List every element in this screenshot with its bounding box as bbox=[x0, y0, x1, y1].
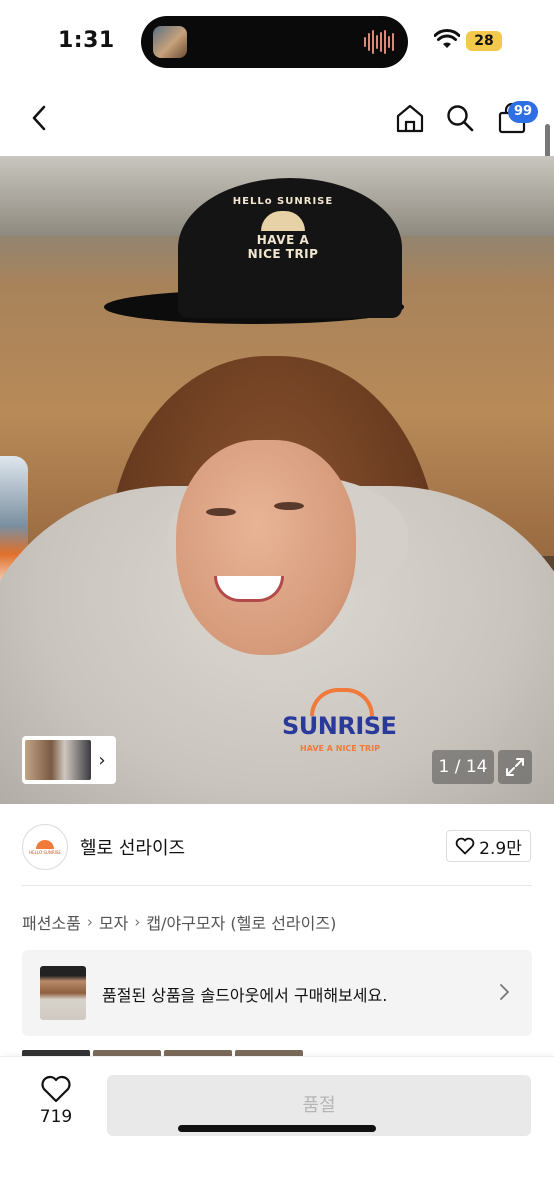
brand-logo-sun bbox=[36, 839, 54, 849]
chevron-right-icon: › bbox=[134, 913, 141, 931]
home-icon bbox=[396, 104, 424, 133]
cap-sun-graphic bbox=[261, 211, 305, 231]
brand-name-link[interactable]: 헬로 선라이즈 bbox=[80, 834, 185, 860]
breadcrumb-item[interactable]: 모자 bbox=[99, 910, 128, 934]
brand-like-button[interactable]: 2.9만 bbox=[446, 830, 531, 862]
home-indicator bbox=[178, 1125, 376, 1132]
thumbnail-preview-button[interactable]: › bbox=[22, 736, 116, 784]
model-face bbox=[176, 440, 356, 655]
brand-logo[interactable]: HELLO SUNRISE bbox=[22, 824, 68, 870]
wishlist-button[interactable]: 719 bbox=[22, 1075, 90, 1145]
heart-icon bbox=[41, 1075, 71, 1103]
expand-icon bbox=[506, 758, 524, 776]
product-image-carousel[interactable]: HELLo SUNRISE HAVE A NICE TRIP SUNRISE H… bbox=[0, 156, 554, 804]
brand-logo-text: HELLO SUNRISE bbox=[29, 849, 61, 855]
now-playing-artwork bbox=[153, 26, 187, 58]
chevron-right-icon: › bbox=[86, 913, 93, 931]
expand-image-button[interactable] bbox=[498, 750, 532, 784]
banner-product-image bbox=[40, 966, 86, 1020]
brand-row: HELLO SUNRISE 헬로 선라이즈 2.9만 bbox=[0, 804, 554, 888]
divider bbox=[22, 885, 532, 886]
home-button[interactable] bbox=[390, 98, 430, 138]
thumbnail-image bbox=[25, 740, 91, 780]
breadcrumb: 패션소품 › 모자 › 캡/야구모자 (헬로 선라이즈) bbox=[22, 910, 336, 934]
cap-print-line3: NICE TRIP bbox=[247, 247, 319, 261]
search-button[interactable] bbox=[440, 98, 480, 138]
status-bar: 1:31 28 bbox=[0, 0, 554, 84]
dynamic-island bbox=[141, 16, 408, 68]
cart-count-badge: 99 bbox=[508, 101, 538, 123]
brand-like-count: 2.9만 bbox=[479, 838, 522, 859]
hoodie-logo-subtext: HAVE A NICE TRIP bbox=[300, 744, 381, 753]
back-icon bbox=[32, 105, 46, 131]
cap-print-line2: HAVE A bbox=[256, 233, 310, 247]
soldout-banner[interactable]: 품절된 상품을 솔드아웃에서 구매해보세요. bbox=[22, 950, 532, 1036]
top-nav bbox=[0, 84, 554, 156]
model-eye-left bbox=[206, 508, 236, 516]
breadcrumb-item[interactable]: 캡/야구모자 (헬로 선라이즈) bbox=[146, 910, 336, 934]
back-button[interactable] bbox=[20, 98, 60, 138]
wifi-icon bbox=[434, 29, 460, 48]
search-icon bbox=[447, 105, 474, 132]
chevron-right-icon: › bbox=[98, 749, 106, 771]
audio-wave-icon bbox=[364, 30, 394, 54]
hoodie-logo-text: SUNRISE bbox=[282, 712, 397, 740]
heart-icon bbox=[455, 837, 475, 855]
status-time: 1:31 bbox=[58, 28, 115, 53]
image-counter: 1 / 14 bbox=[432, 750, 494, 784]
banner-text: 품절된 상품을 솔드아웃에서 구매해보세요. bbox=[102, 986, 388, 1005]
model-eye-right bbox=[274, 502, 304, 510]
wishlist-count: 719 bbox=[39, 1107, 73, 1127]
chevron-right-icon bbox=[500, 984, 509, 1000]
battery-indicator: 28 bbox=[466, 31, 502, 51]
breadcrumb-item[interactable]: 패션소품 bbox=[22, 910, 81, 934]
cap-print-line1: HELLo SUNRISE bbox=[232, 196, 334, 207]
cap-print: HELLo SUNRISE HAVE A NICE TRIP bbox=[188, 196, 378, 261]
